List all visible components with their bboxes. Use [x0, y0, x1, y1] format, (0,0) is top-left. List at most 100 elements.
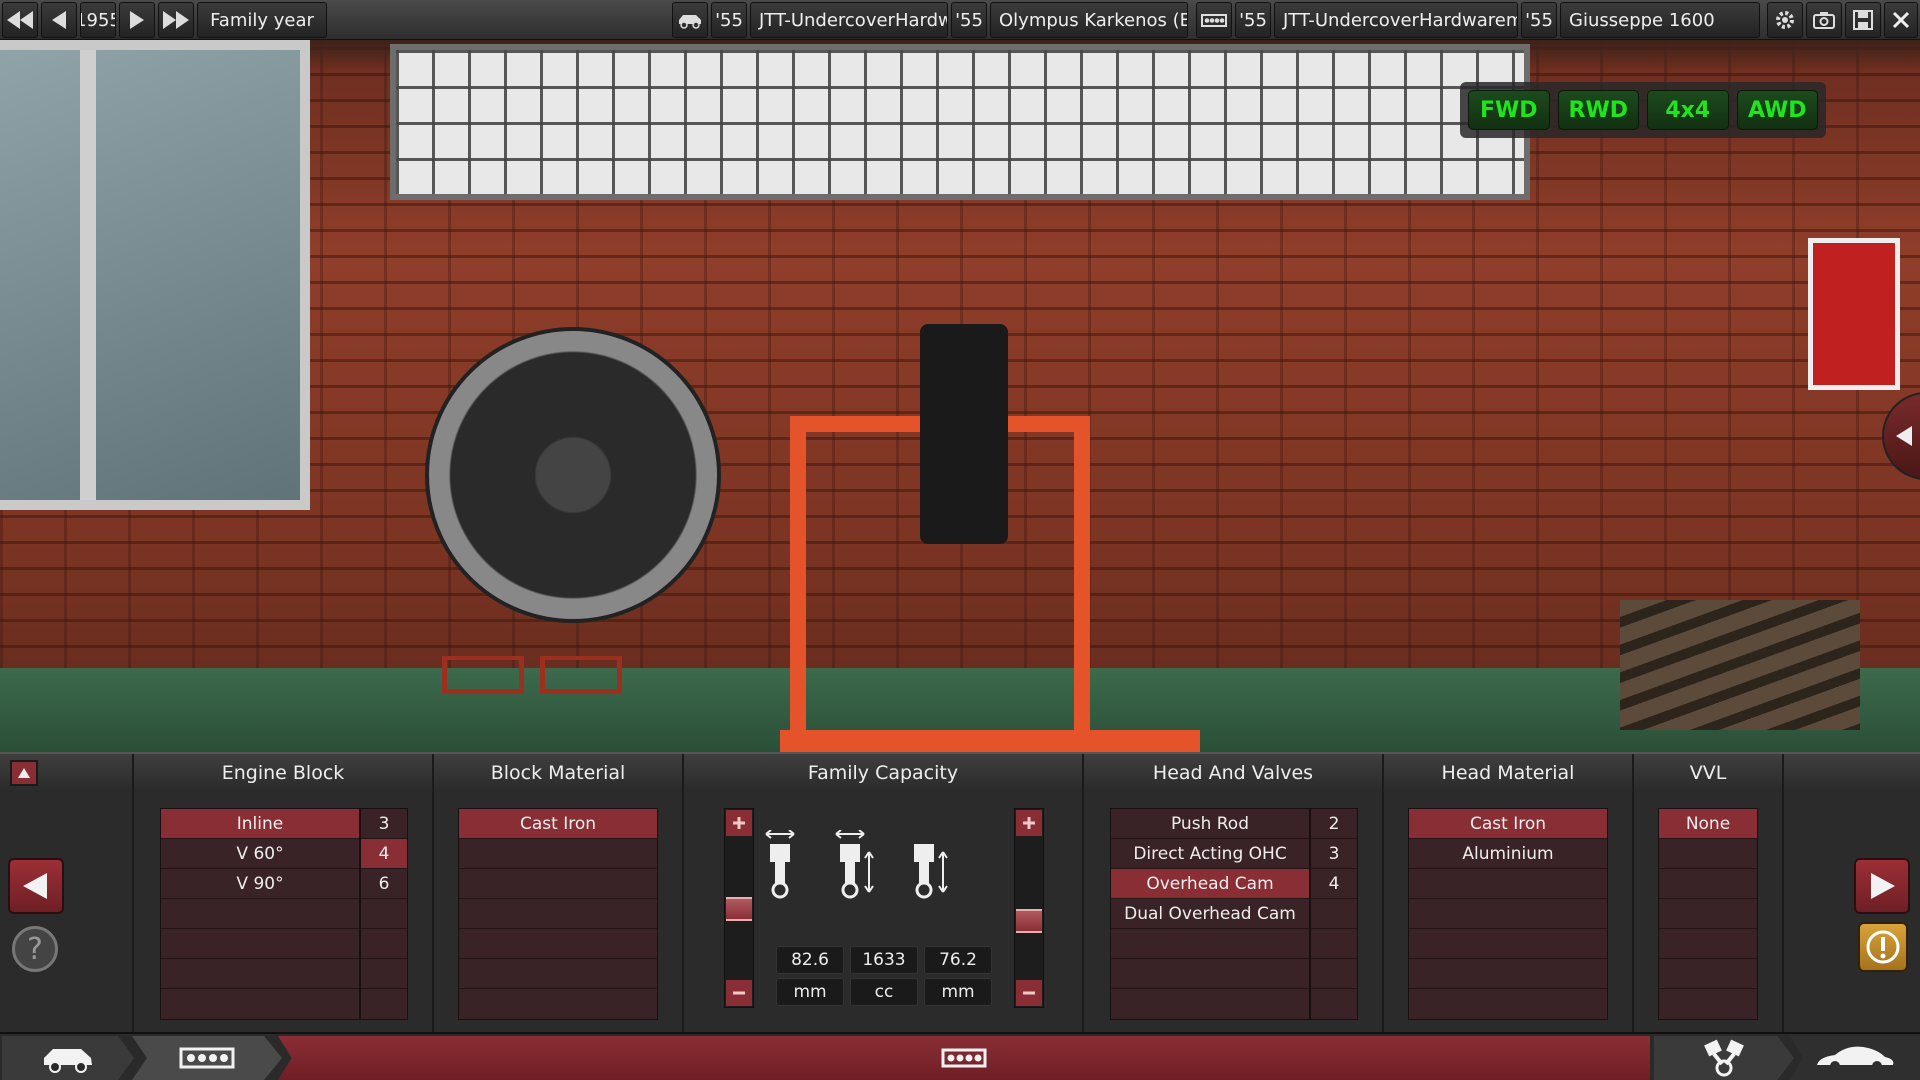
- head-option-direct-acting-ohc[interactable]: Direct Acting OHC: [1111, 839, 1309, 869]
- help-button[interactable]: ?: [12, 926, 58, 972]
- list-item: [1409, 929, 1607, 959]
- side-panel-toggle[interactable]: [1882, 392, 1920, 480]
- bore-decrease-button[interactable]: [726, 980, 752, 1006]
- pistons-icon: [1704, 1039, 1744, 1077]
- list-item: [161, 929, 359, 959]
- engine-block-icon: [1201, 14, 1227, 27]
- close-button[interactable]: [1884, 2, 1918, 38]
- layout-option-inline[interactable]: Inline: [161, 809, 359, 839]
- list-item: [1409, 899, 1607, 929]
- screenshot-button[interactable]: [1806, 2, 1842, 38]
- engine-block-icon: [941, 1048, 987, 1068]
- variant-name[interactable]: Giusseppe 1600: [1560, 2, 1760, 38]
- valve-option-4[interactable]: 4: [1311, 869, 1357, 899]
- minus-icon: [1023, 991, 1035, 995]
- previous-year-button[interactable]: [41, 2, 77, 38]
- car-button[interactable]: [672, 2, 708, 38]
- head-option-dual-overhead-cam[interactable]: Dual Overhead Cam: [1111, 899, 1309, 929]
- rwd-button[interactable]: RWD: [1557, 90, 1639, 130]
- plus-icon: [733, 817, 745, 829]
- engine-block-icon: [179, 1047, 235, 1069]
- car-stage-tab[interactable]: [2, 1036, 134, 1080]
- last-year-button[interactable]: [158, 2, 194, 38]
- awd-button[interactable]: AWD: [1736, 90, 1818, 130]
- forward-icon: [130, 11, 144, 29]
- save-button[interactable]: [1845, 2, 1881, 38]
- bore-slider-thumb[interactable]: [726, 897, 752, 921]
- stroke-value: 76.2: [924, 946, 992, 974]
- list-item: [361, 929, 407, 959]
- bore-increase-button[interactable]: [726, 810, 752, 836]
- previous-stage-button[interactable]: [8, 858, 64, 914]
- displacement-value: 1633: [850, 946, 918, 974]
- cylinder-option-4[interactable]: 4: [361, 839, 407, 869]
- collapse-header: [0, 754, 134, 792]
- back-icon: [52, 11, 66, 29]
- layout-option-v60[interactable]: V 60°: [161, 839, 359, 869]
- first-year-button[interactable]: [2, 2, 38, 38]
- variant-year: '55: [1521, 2, 1557, 38]
- family-year-label[interactable]: Family year: [197, 2, 327, 38]
- engine-block-header: Engine Block: [134, 754, 434, 792]
- settings-button[interactable]: [1767, 2, 1803, 38]
- layout-option-v90[interactable]: V 90°: [161, 869, 359, 899]
- head-and-valves-column: Push Rod Direct Acting OHC Overhead Cam …: [1084, 792, 1384, 1034]
- displacement-unit: cc: [850, 978, 918, 1006]
- car-year: '55: [711, 2, 747, 38]
- list-item: [1111, 989, 1309, 1019]
- warnings-button[interactable]: [1858, 922, 1908, 972]
- right-header: [1784, 754, 1920, 792]
- head-type-list: Push Rod Direct Acting OHC Overhead Cam …: [1110, 808, 1310, 1020]
- stroke-piston-icon: [914, 844, 948, 899]
- list-item: [1311, 959, 1357, 989]
- valve-option-3[interactable]: 3: [1311, 839, 1357, 869]
- 4x4-button[interactable]: 4x4: [1647, 90, 1729, 130]
- vvl-option-none[interactable]: None: [1659, 809, 1757, 839]
- list-item: [161, 899, 359, 929]
- stroke-increase-button[interactable]: [1016, 810, 1042, 836]
- head-material-cast-iron[interactable]: Cast Iron: [1409, 809, 1607, 839]
- family-capacity-column: 82.6 1633 76.2 mm cc mm: [684, 792, 1084, 1034]
- vvl-column: None: [1634, 792, 1784, 1034]
- stage-navigation-bar: [0, 1032, 1920, 1080]
- bore-unit: mm: [776, 978, 844, 1006]
- stroke-slider[interactable]: [1014, 808, 1044, 1008]
- engine-family-year: '55: [1235, 2, 1271, 38]
- gear-icon: [1776, 11, 1794, 29]
- collapse-panel-button[interactable]: [10, 760, 38, 786]
- head-option-push-rod[interactable]: Push Rod: [1111, 809, 1309, 839]
- small-cart: [540, 656, 622, 694]
- list-item: [1311, 989, 1357, 1019]
- bore-slider[interactable]: [724, 808, 754, 1008]
- head-option-overhead-cam[interactable]: Overhead Cam: [1111, 869, 1309, 899]
- stroke-decrease-button[interactable]: [1016, 980, 1042, 1006]
- next-stage-button[interactable]: [1854, 858, 1910, 914]
- car-model-name[interactable]: JTT-UndercoverHardwar: [750, 2, 948, 38]
- valve-option-2[interactable]: 2: [1311, 809, 1357, 839]
- list-item: [361, 899, 407, 929]
- trim-name[interactable]: Olympus Karkenos (Eurc: [990, 2, 1188, 38]
- fwd-button[interactable]: FWD: [1468, 90, 1550, 130]
- engine-model: [920, 324, 1008, 544]
- list-item: [1409, 959, 1607, 989]
- head-material-column: Cast Iron Aluminium: [1384, 792, 1634, 1034]
- vvl-list: None: [1658, 808, 1758, 1020]
- engine-button[interactable]: [1196, 2, 1232, 38]
- engine-family-stage-tab[interactable]: [132, 1036, 282, 1080]
- next-year-button[interactable]: [119, 2, 155, 38]
- car-body-stage-tab[interactable]: [1790, 1036, 1920, 1080]
- engine-family-name[interactable]: JTT-UndercoverHardwareman: [1274, 2, 1518, 38]
- window-mullion: [80, 50, 96, 500]
- engine-variant-stage-tab[interactable]: [1654, 1036, 1794, 1080]
- list-item: [1659, 989, 1757, 1019]
- car-silhouette-icon: [1817, 1046, 1894, 1071]
- head-material-aluminium[interactable]: Aluminium: [1409, 839, 1607, 869]
- exclamation-icon: [1866, 930, 1900, 964]
- cylinder-option-3[interactable]: 3: [361, 809, 407, 839]
- chevron-left-icon: [1896, 426, 1912, 446]
- stroke-slider-thumb[interactable]: [1016, 909, 1042, 933]
- block-material-cast-iron[interactable]: Cast Iron: [459, 809, 657, 839]
- list-item: [459, 869, 657, 899]
- cylinder-option-6[interactable]: 6: [361, 869, 407, 899]
- arrow-left-icon: [23, 873, 47, 899]
